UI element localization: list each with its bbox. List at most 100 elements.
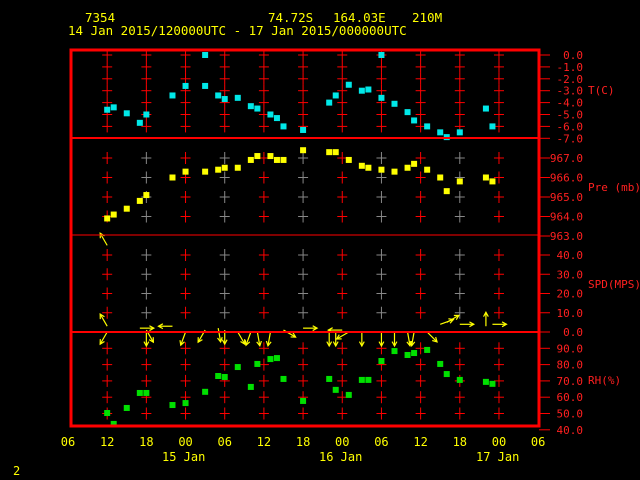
date-label-16-jan: 16 Jan [319,450,362,464]
pressure-point [456,178,463,185]
pressure-tick-label: 967.0 [550,152,583,165]
relative-humidity-point [456,376,463,383]
temperature-point [424,123,431,130]
pressure-point [358,162,365,169]
relative-humidity-point [215,373,222,380]
time-range: 14 Jan 2015/120000UTC - 17 Jan 2015/0000… [68,23,407,38]
temperature-point [202,52,209,58]
temperature-point [123,110,130,117]
pressure-point [169,174,176,181]
relative-humidity-point [136,389,143,396]
pressure-tick-label: 966.0 [550,172,583,185]
temperature-point [345,81,352,88]
temperature-point [234,94,241,101]
page-number: 2 [13,464,20,478]
x-tick-label: 06 [61,435,75,449]
relative-humidity-point [391,348,398,355]
pressure-point [300,147,307,154]
relative-humidity-point [378,358,385,365]
x-tick-labels: 06 12 18 00 06 12 18 00 06 12 18 00 06 [61,435,546,449]
temperature-point [482,105,489,112]
relative-humidity-point [247,383,254,390]
pressure-point [365,164,372,171]
pressure-tick-label: 964.0 [550,211,583,224]
temperature-point [365,86,372,93]
pressure-point [247,156,254,163]
temperature-point [273,115,280,122]
y-tick-labels: 0.0-1.0-2.0-3.0-4.0-5.0-6.0-7.0967.0966.… [550,49,583,437]
pressure-point [110,211,117,218]
relative-humidity-point [345,391,352,398]
pressure-point [234,164,241,171]
temperature-point [404,109,411,116]
relative-humidity-point [443,371,450,378]
relative-humidity-tick-label: 70.0 [557,375,584,388]
temperature-point [247,103,254,110]
pressure-point [104,215,111,222]
x-tick-label: 06 [374,435,388,449]
relative-humidity-point [326,375,333,382]
pressure-point [345,156,352,163]
pressure-point [136,197,143,204]
temperature-point [136,119,143,126]
relative-humidity-point [411,350,418,357]
temperature-point [215,92,222,99]
relative-humidity-point [358,376,365,383]
relative-humidity-point [489,380,496,387]
wind-speed-tick-label: 40.0 [557,249,584,262]
relative-humidity-tick-label: 80.0 [557,359,584,372]
temperature-point [411,117,418,124]
temperature-point [332,92,339,99]
x-tick-label: 06 [531,435,545,449]
temperature-point [221,96,228,103]
pressure-point [424,166,431,173]
relative-humidity-point [254,360,261,367]
pressure-axis-label: Pre (mb) [588,181,640,194]
relative-humidity-point [234,364,241,371]
x-tick-label: 18 [453,435,467,449]
plot-frame [69,48,541,428]
pressure-tick-label: 965.0 [550,191,583,204]
wind-speed-tick-label: 20.0 [557,288,584,301]
pressure-point [215,166,222,173]
pressure-tick-label: 963.0 [550,230,583,243]
relative-humidity-point [424,346,431,353]
temperature-point [143,111,150,118]
temperature-point [280,123,287,130]
relative-humidity-point [221,373,228,380]
wind-speed-tick-label: 10.0 [557,307,584,320]
temperature-point [391,100,398,107]
date-label-15-jan: 15 Jan [162,450,205,464]
temperature-point [104,106,111,113]
relative-humidity-point [300,397,307,404]
meteogram: 7354 74.72S 164.03E 210M 14 Jan 2015/120… [0,0,640,480]
relative-humidity-tick-label: 60.0 [557,391,584,404]
temperature-point [378,94,385,101]
relative-humidity-point [280,375,287,382]
x-tick-label: 00 [178,435,192,449]
wind-speed-axis-label: SPD(MPS) [588,278,640,291]
temperature-point [254,105,261,112]
pressure-point [273,156,280,163]
wind-speed-tick-label: 30.0 [557,268,584,281]
pressure-point [482,174,489,181]
relative-humidity-point [267,356,274,363]
relative-humidity-point [143,389,150,396]
pressure-point [332,149,339,156]
pressure-point [254,153,261,160]
temperature-point [489,123,496,130]
x-tick-label: 12 [100,435,114,449]
pressure-point [443,188,450,195]
date-label-17-jan: 17 Jan [476,450,519,464]
pressure-point [267,153,274,160]
temperature-point [358,87,365,94]
relative-humidity-point [104,410,111,417]
pressure-point [221,164,228,171]
x-tick-label: 00 [335,435,349,449]
relative-humidity-point [202,388,209,395]
pressure-point [123,205,130,212]
x-tick-label: 18 [296,435,310,449]
temperature-point [437,129,444,136]
pressure-point [404,164,411,171]
temperature-point [378,52,385,58]
